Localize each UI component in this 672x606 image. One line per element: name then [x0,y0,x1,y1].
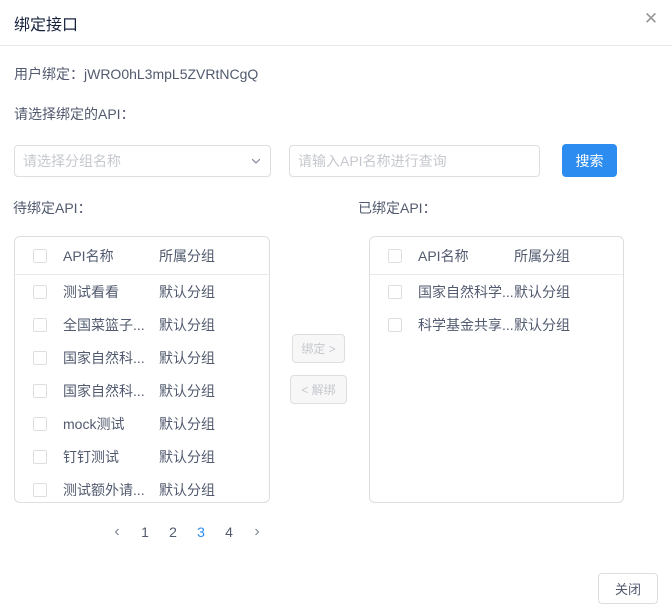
table-header: API名称 所属分组 [15,237,269,275]
bound-table-body: 国家自然科学... 默认分组 科学基金共享... 默认分组 [370,275,623,341]
row-checkbox[interactable] [33,450,47,464]
table-header: API名称 所属分组 [370,237,623,275]
table-row[interactable]: 国家自然科... 默认分组 [15,374,269,407]
search-button[interactable]: 搜索 [562,144,617,177]
api-name-cell: 科学基金共享... [418,315,514,335]
select-all-checkbox[interactable] [388,249,402,263]
row-checkbox[interactable] [33,285,47,299]
row-checkbox[interactable] [33,351,47,365]
group-select-placeholder: 请选择分组名称 [23,151,250,171]
api-name-cell: 测试额外请... [63,480,159,500]
group-cell: 默认分组 [159,315,269,335]
pending-api-label: 待绑定API： [13,198,92,218]
api-name-cell: 国家自然科... [63,381,159,401]
pagination-page[interactable]: 4 [219,521,239,543]
api-name-cell: 国家自然科... [63,348,159,368]
select-api-label: 请选择绑定的API： [14,104,135,124]
row-checkbox[interactable] [33,318,47,332]
pending-api-table: API名称 所属分组 测试看看 默认分组 全国菜篮子... 默认分组 国家自然科… [14,236,270,503]
group-cell: 默认分组 [159,414,269,434]
api-name-cell: 国家自然科学... [418,282,514,302]
bind-button[interactable]: 绑定 > [292,334,345,363]
api-search-input[interactable] [289,145,540,177]
table-row[interactable]: 国家自然科学... 默认分组 [370,275,623,308]
api-name-cell: 全国菜篮子... [63,315,159,335]
row-checkbox[interactable] [33,384,47,398]
dialog-title: 绑定接口 [14,11,78,35]
column-header-group: 所属分组 [514,246,623,266]
row-checkbox[interactable] [388,318,402,332]
user-binding-line: 用户绑定：jWRO0hL3mpL5ZVRtNCgQ [14,64,258,84]
group-cell: 默认分组 [514,282,623,302]
select-all-checkbox[interactable] [33,249,47,263]
table-row[interactable]: 测试额外请... 默认分组 [15,473,269,503]
chevron-down-icon [250,155,262,167]
bound-api-label: 已绑定API： [358,198,437,218]
table-row[interactable]: mock测试 默认分组 [15,407,269,440]
group-cell: 默认分组 [159,447,269,467]
user-binding-label: 用户绑定： [14,66,84,82]
group-cell: 默认分组 [159,480,269,500]
table-row[interactable]: 国家自然科... 默认分组 [15,341,269,374]
close-icon[interactable]: ✕ [640,8,662,30]
group-select[interactable]: 请选择分组名称 [14,145,271,177]
api-name-cell: 测试看看 [63,282,159,302]
pagination-page[interactable]: 2 [163,521,183,543]
api-name-cell: mock测试 [63,414,159,434]
group-cell: 默认分组 [159,381,269,401]
column-header-api-name: API名称 [418,246,514,266]
unbind-button[interactable]: < 解绑 [290,375,347,404]
pagination-page[interactable]: 1 [135,521,155,543]
column-header-api-name: API名称 [63,246,159,266]
row-checkbox[interactable] [33,417,47,431]
pending-table-body: 测试看看 默认分组 全国菜篮子... 默认分组 国家自然科... 默认分组 国家… [15,275,269,503]
column-header-group: 所属分组 [159,246,269,266]
row-checkbox[interactable] [33,483,47,497]
table-row[interactable]: 全国菜篮子... 默认分组 [15,308,269,341]
user-binding-token: jWRO0hL3mpL5ZVRtNCgQ [84,66,258,82]
pagination: ‹ 1234 › [103,521,271,543]
close-button[interactable]: 关闭 [598,573,658,604]
row-checkbox[interactable] [388,285,402,299]
group-cell: 默认分组 [159,348,269,368]
dialog-header: 绑定接口 ✕ [0,0,672,46]
table-row[interactable]: 钉钉测试 默认分组 [15,440,269,473]
pagination-page[interactable]: 3 [191,521,211,543]
table-row[interactable]: 科学基金共享... 默认分组 [370,308,623,341]
group-cell: 默认分组 [159,282,269,302]
table-row[interactable]: 测试看看 默认分组 [15,275,269,308]
pagination-prev-icon[interactable]: ‹ [107,521,127,543]
api-name-cell: 钉钉测试 [63,447,159,467]
group-cell: 默认分组 [514,315,623,335]
pagination-next-icon[interactable]: › [247,521,267,543]
bind-interface-dialog: 绑定接口 ✕ 用户绑定：jWRO0hL3mpL5ZVRtNCgQ 请选择绑定的A… [0,0,672,606]
bound-api-table: API名称 所属分组 国家自然科学... 默认分组 科学基金共享... 默认分组 [369,236,624,503]
